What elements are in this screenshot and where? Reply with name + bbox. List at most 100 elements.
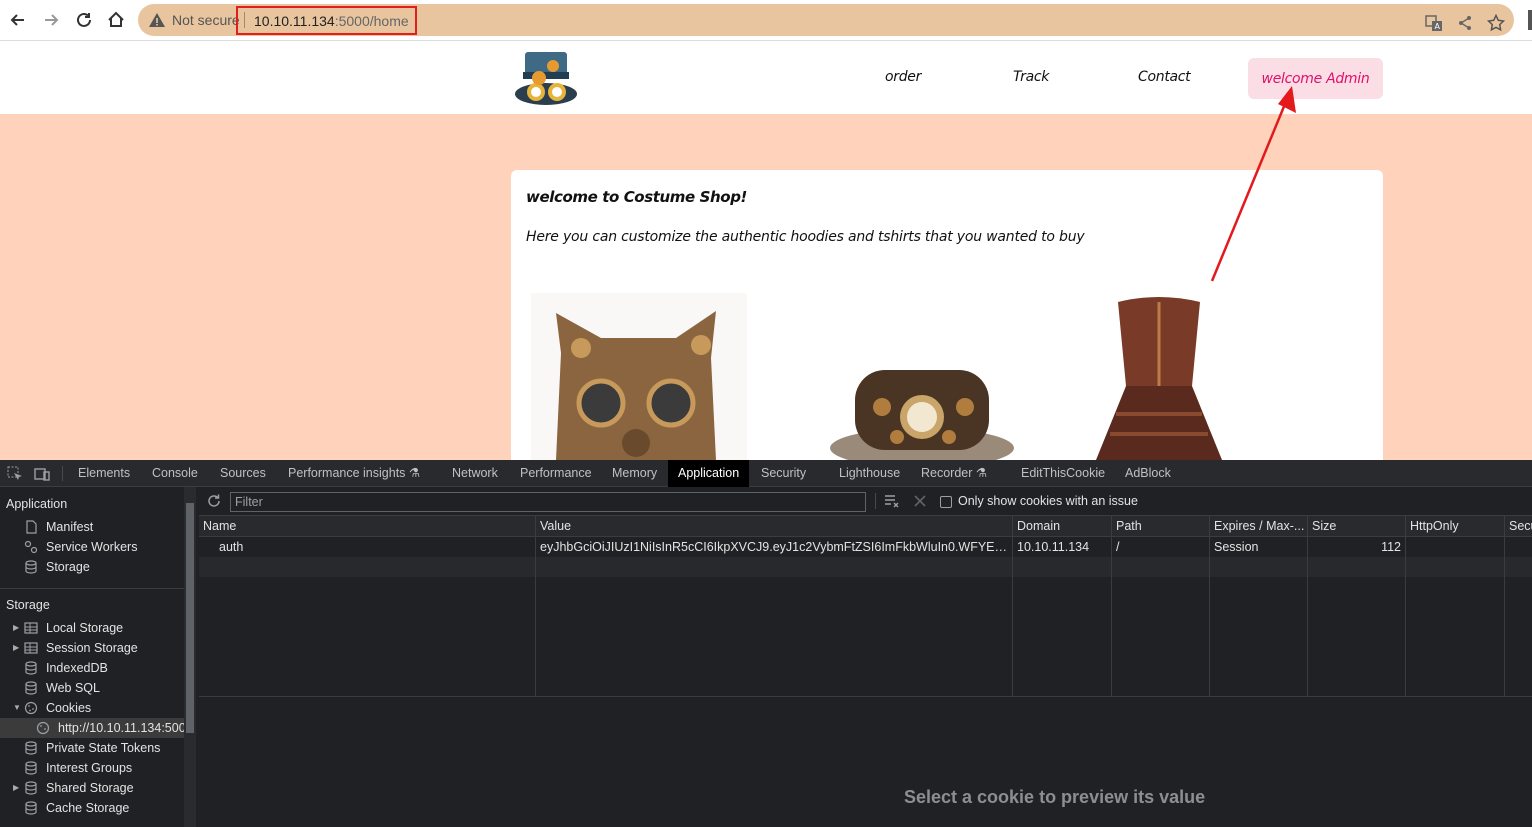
tab-editthiscookie[interactable]: EditThisCookie [1011,460,1115,487]
browser-toolbar: Not secure A 10.10.11.134:5000/home [0,0,1532,41]
translate-icon[interactable]: A [1425,14,1443,32]
tab-sources[interactable]: Sources [210,460,276,487]
cookie-icon [24,701,38,715]
menu-edge [1528,10,1532,30]
column-header-secure[interactable]: Secu [1505,516,1532,536]
sidebar-item-indexeddb[interactable]: IndexedDB [24,658,108,678]
tab-separator [62,466,63,481]
sidebar-item-interest-groups[interactable]: Interest Groups [24,758,132,778]
url-text[interactable]: 10.10.11.134:5000/home [236,6,417,35]
home-icon[interactable] [104,8,128,32]
cookie-path-cell: / [1116,540,1120,554]
clear-filtered-cookies-icon[interactable] [884,493,900,509]
product-steampunk-hat-image[interactable] [827,362,1017,460]
tab-lighthouse[interactable]: Lighthouse [829,460,910,487]
card-description: Here you can customize the authentic hoo… [526,229,1085,245]
sidebar-item-storage-overview[interactable]: Storage [24,557,90,577]
column-header-path[interactable]: Path [1112,516,1209,536]
column-header-expires[interactable]: Expires / Max-... [1210,516,1307,536]
sidebar-item-cookies[interactable]: Cookies [24,698,91,718]
database-icon [24,781,38,795]
refresh-icon[interactable] [206,493,222,509]
tab-application[interactable]: Application [668,460,750,487]
database-icon [24,801,38,815]
sidebar-item-label: Cookies [46,701,92,715]
column-header-value[interactable]: Value [536,516,1012,536]
sidebar-item-label: Storage [46,560,90,574]
tab-console[interactable]: Console [142,460,208,487]
issues-only-label: Only show cookies with an issue [958,494,1138,508]
device-toolbar-icon[interactable] [34,466,50,482]
tab-performance-insights[interactable]: Performance insights ⚗ [278,460,430,487]
product-corset-dress-image[interactable] [1096,296,1222,460]
expand-arrow-icon[interactable]: ▶ [13,623,19,632]
welcome-card: welcome to Costume Shop! Here you can cu… [511,170,1383,460]
column-header-domain[interactable]: Domain [1013,516,1111,536]
inspect-element-icon[interactable] [7,466,23,482]
security-label: Not secure [172,12,240,28]
tab-recorder[interactable]: Recorder ⚗ [911,460,997,487]
sidebar-item-manifest[interactable]: Manifest [24,517,93,537]
column-divider [1012,516,1013,697]
expand-arrow-icon[interactable]: ▶ [13,783,19,792]
sidebar-divider [0,588,184,589]
tab-adblock[interactable]: AdBlock [1115,460,1181,487]
back-icon[interactable] [6,8,30,32]
reload-icon[interactable] [72,8,96,32]
sidebar-scrollbar-thumb[interactable] [186,503,194,733]
cookie-expires-cell: Session [1214,540,1259,554]
share-icon[interactable] [1456,14,1474,32]
sidebar-item-label: Cache Storage [46,801,130,815]
tab-performance[interactable]: Performance [510,460,602,487]
delete-selected-icon[interactable] [913,494,927,508]
sidebar-item-local-storage[interactable]: Local Storage [24,618,123,638]
sidebar-item-service-workers[interactable]: Service Workers [24,537,137,557]
sidebar-item-session-storage[interactable]: Session Storage [24,638,138,658]
tab-security[interactable]: Security [751,460,816,487]
nav-track[interactable]: Track [1013,69,1049,85]
cookie-table-header: Name Value Domain Path Expires / Max-...… [199,516,1532,537]
cookie-domain-cell: 10.10.11.134 [1017,540,1090,554]
tab-memory[interactable]: Memory [602,460,667,487]
column-header-size[interactable]: Size [1308,516,1405,536]
forward-icon[interactable] [39,8,63,32]
welcome-admin-button[interactable]: welcome Admin [1248,58,1383,99]
sidebar-item-cache-storage[interactable]: Cache Storage [24,798,129,818]
tab-network[interactable]: Network [442,460,508,487]
cookie-value-cell: eyJhbGciOiJIUzI1NiIsInR5cCI6IkpXVCJ9.eyJ… [540,540,1012,554]
column-header-httponly[interactable]: HttpOnly [1406,516,1504,536]
flask-icon: ⚗ [408,466,421,480]
sidebar-item-label: Interest Groups [46,761,133,775]
tab-recorder-label: Recorder [921,466,973,480]
product-cat-mask-image[interactable] [531,293,747,460]
sidebar-heading-application: Application [6,497,68,511]
card-title: welcome to Costume Shop! [526,188,747,206]
document-icon [24,520,38,534]
issues-only-checkbox[interactable] [940,496,952,508]
nav-contact[interactable]: Contact [1138,69,1191,85]
column-header-name[interactable]: Name [199,516,535,536]
tab-elements[interactable]: Elements [68,460,140,487]
database-icon [24,681,38,695]
sidebar-item-label: Web SQL [46,681,100,695]
sidebar-item-label: Private State Tokens [46,741,161,755]
sidebar-item-cookie-origin[interactable]: http://10.10.11.134:5000 [36,718,184,738]
cookie-filter-input[interactable]: Filter [230,492,866,512]
sidebar-item-private-state-tokens[interactable]: Private State Tokens [24,738,160,758]
sidebar-item-shared-storage[interactable]: Shared Storage [24,778,134,798]
shop-logo[interactable] [511,48,581,108]
devtools-tab-bar: Elements Console Sources Performance ins… [0,460,1532,487]
devtools-panel: Elements Console Sources Performance ins… [0,460,1532,827]
sidebar-item-label: Session Storage [46,641,138,655]
cookie-size-cell: 112 [1381,540,1401,554]
nav-order[interactable]: order [885,69,921,85]
sidebar-item-web-sql[interactable]: Web SQL [24,678,100,698]
sidebar-item-label: Service Workers [46,540,138,554]
cookie-table: Name Value Domain Path Expires / Max-...… [199,516,1532,697]
expand-arrow-icon[interactable]: ▶ [13,643,19,652]
sidebar-item-label: Manifest [46,520,94,534]
collapse-arrow-icon[interactable]: ▼ [13,703,21,712]
bookmark-star-icon[interactable] [1487,14,1505,32]
sidebar-item-label: Shared Storage [46,781,134,795]
table-icon [24,621,38,635]
